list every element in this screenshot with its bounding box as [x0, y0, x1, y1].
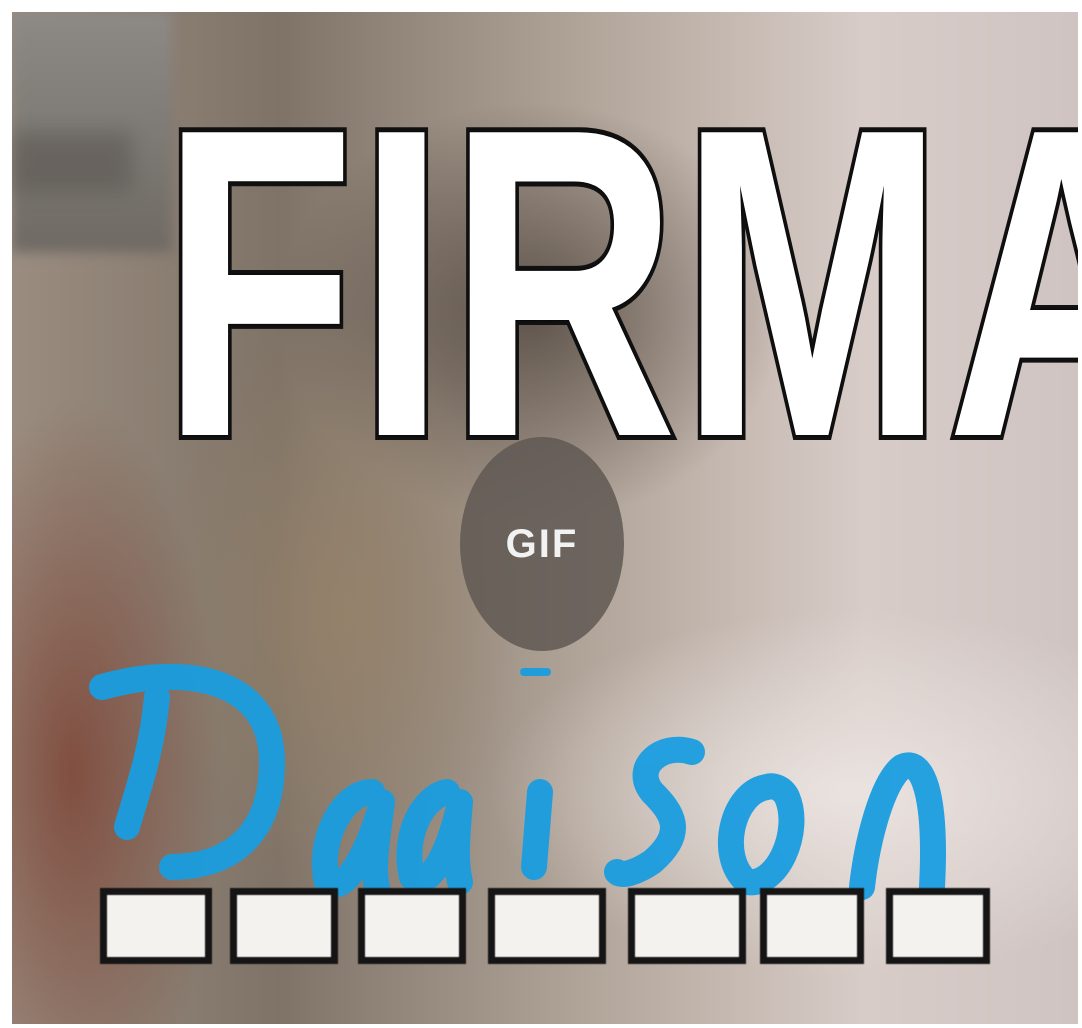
signature-line-dash	[100, 888, 212, 964]
meme-image: FIRMA GIF	[12, 12, 1078, 1024]
signature-line-dash	[358, 888, 466, 964]
signature-line-dash	[760, 888, 864, 964]
gif-label: GIF	[505, 521, 579, 566]
signature-line-dash	[230, 888, 338, 964]
handwritten-signature	[89, 663, 946, 900]
signature-line-dash	[488, 888, 606, 964]
signature-line-dash	[886, 888, 990, 964]
gif-badge[interactable]: GIF	[460, 437, 624, 651]
background-shadow	[12, 132, 132, 192]
signature-line	[100, 888, 1000, 968]
signature-line-dash	[628, 888, 746, 964]
